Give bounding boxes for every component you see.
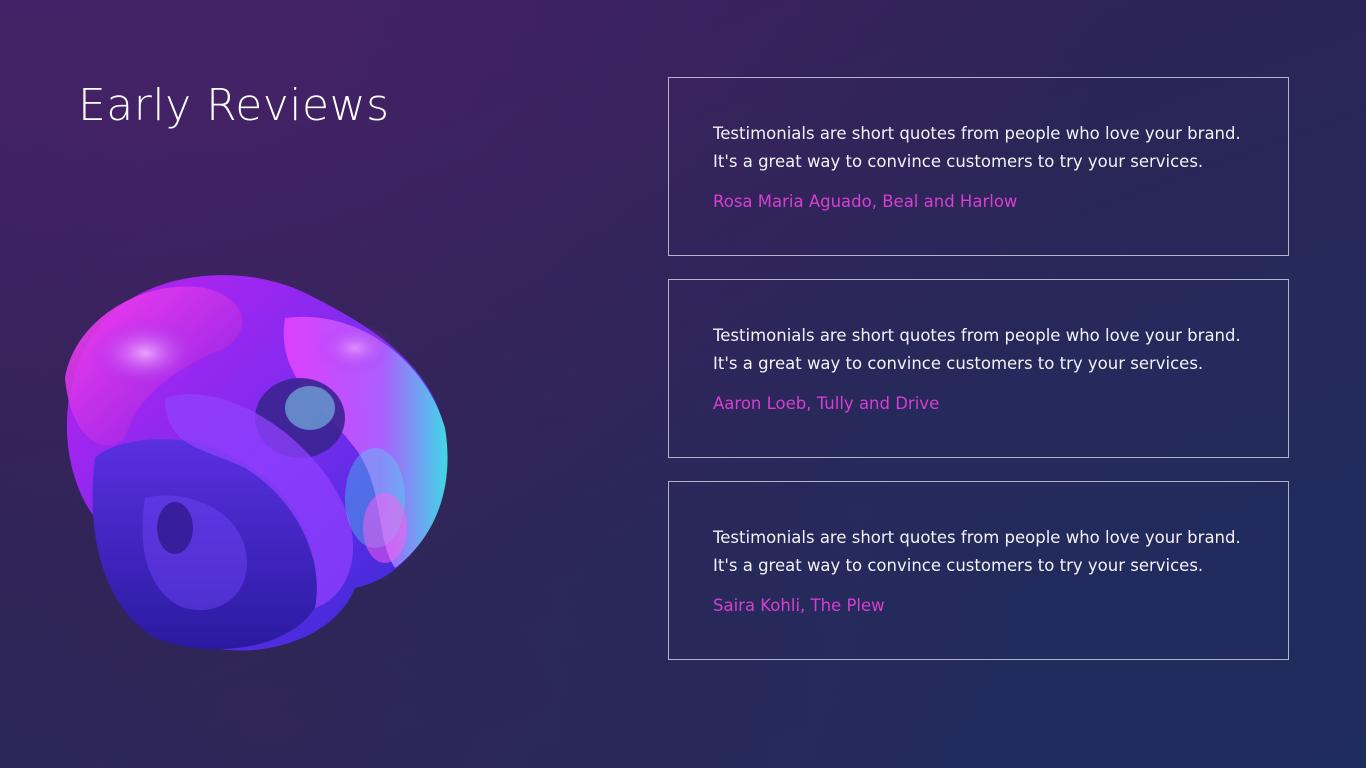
- abstract-3d-knot-illustration: [65, 275, 448, 651]
- testimonial-author: Aaron Loeb, Tully and Drive: [713, 394, 940, 413]
- testimonial-card: Testimonials are short quotes from peopl…: [668, 279, 1289, 458]
- testimonial-card: Testimonials are short quotes from peopl…: [668, 77, 1289, 256]
- testimonials-list: Testimonials are short quotes from peopl…: [668, 77, 1289, 683]
- slide: Early Reviews Testimonials are short quo…: [0, 0, 1366, 768]
- testimonial-author: Saira Kohli, The Plew: [713, 596, 885, 615]
- page-title: Early Reviews: [78, 80, 390, 131]
- testimonial-card: Testimonials are short quotes from peopl…: [668, 481, 1289, 660]
- testimonial-quote: Testimonials are short quotes from peopl…: [713, 124, 1241, 171]
- testimonial-quote: Testimonials are short quotes from peopl…: [713, 528, 1241, 575]
- testimonial-author: Rosa Maria Aguado, Beal and Harlow: [713, 192, 1018, 211]
- testimonial-quote: Testimonials are short quotes from peopl…: [713, 326, 1241, 373]
